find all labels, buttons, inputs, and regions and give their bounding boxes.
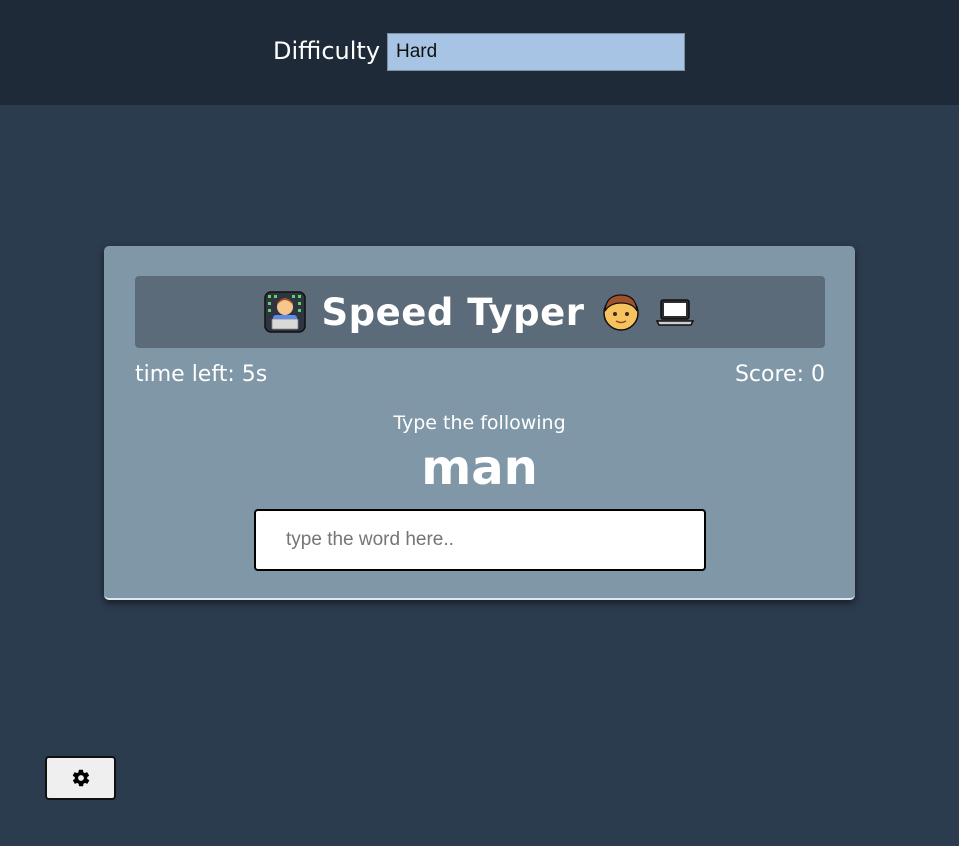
score: Score: 0 [734, 362, 825, 387]
settings-bar: Difficulty Hard [0, 0, 959, 105]
settings-button[interactable] [45, 756, 116, 800]
boy-icon [603, 294, 640, 331]
technologist-icon [263, 291, 306, 333]
laptop-icon [656, 299, 695, 326]
difficulty-select[interactable]: Hard [387, 33, 685, 71]
gear-icon [72, 769, 89, 787]
word-input[interactable] [254, 509, 706, 571]
instruction-text: Type the following [393, 412, 566, 434]
time-left: time left: 5s [135, 362, 268, 387]
title-banner: Speed Typer [135, 276, 825, 348]
difficulty-label: Difficulty [273, 37, 381, 65]
game-card: Speed Typer time left: 5s Score: 0 Type … [104, 246, 855, 600]
target-word: man [421, 440, 538, 496]
app-title: Speed Typer [321, 290, 585, 334]
